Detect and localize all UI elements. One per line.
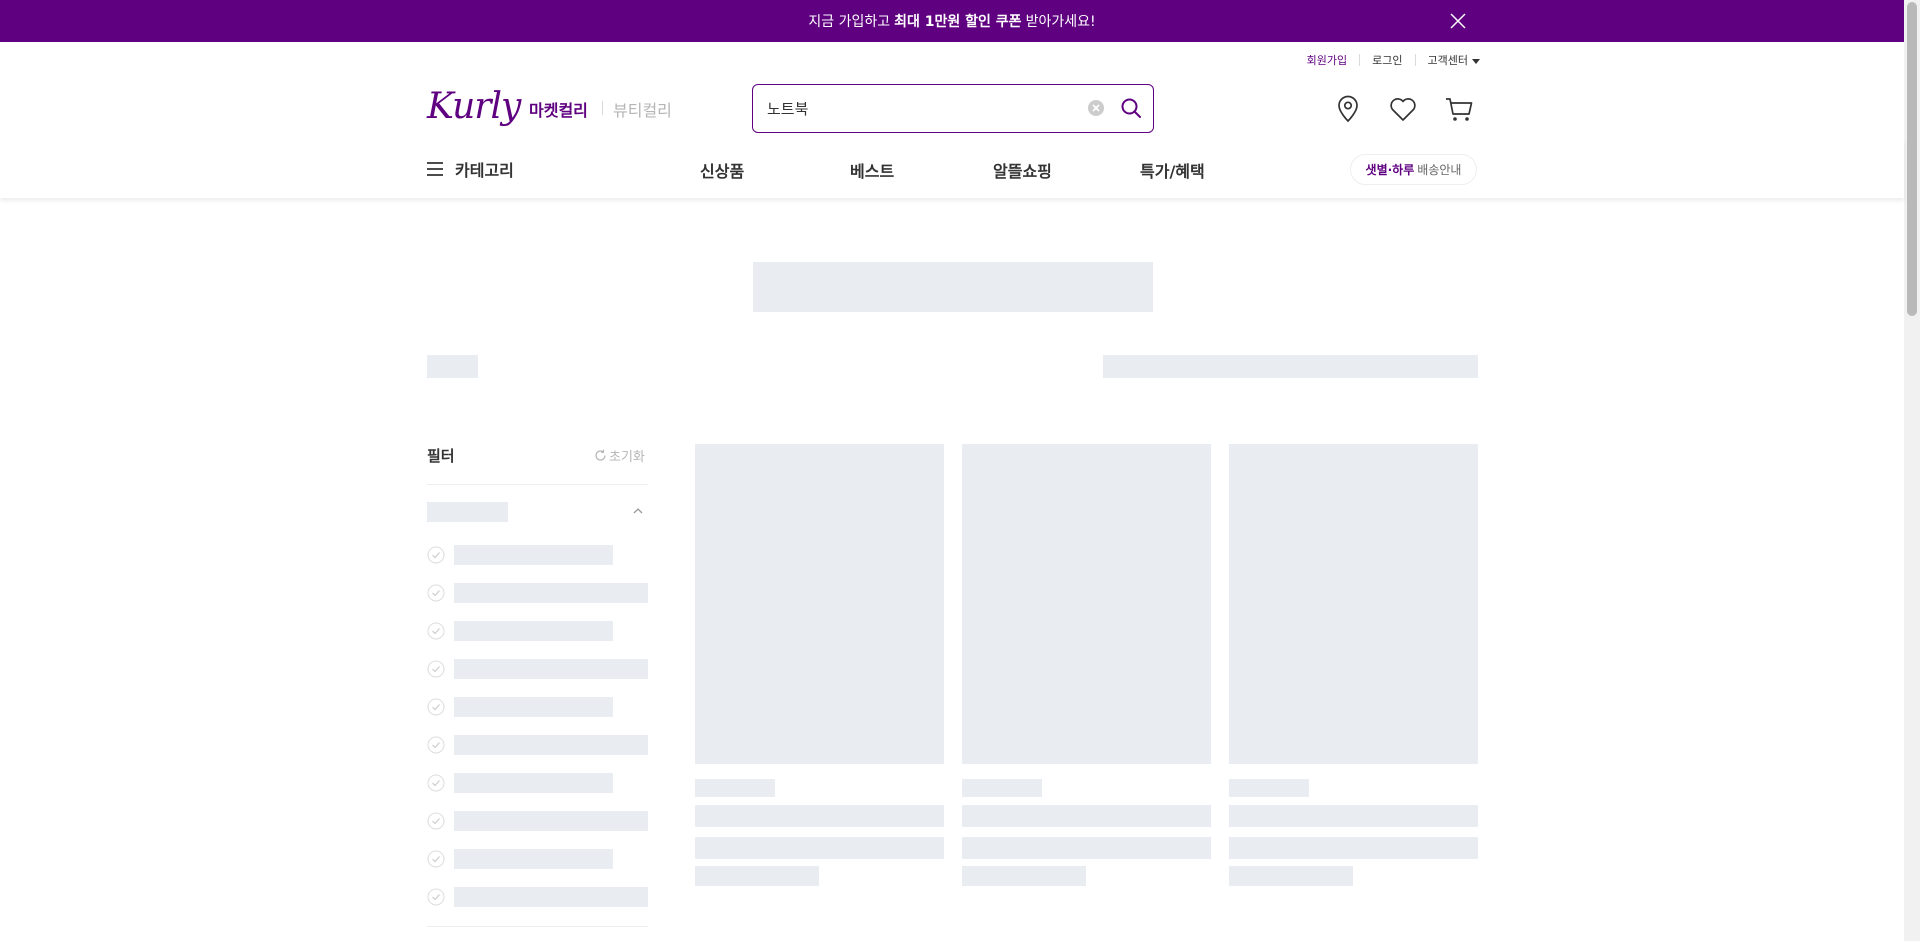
caret-down-icon — [1472, 58, 1480, 64]
product-image-skeleton — [962, 444, 1211, 764]
filter-reset-button[interactable]: 초기화 — [594, 446, 645, 465]
delivery-info-button[interactable]: 샛별·하루 배송안내 — [1350, 154, 1477, 185]
filter-title: 필터 — [427, 447, 455, 465]
product-name-skeleton — [695, 837, 944, 859]
filter-label-skeleton — [454, 811, 648, 831]
chevron-up-icon[interactable] — [632, 505, 644, 517]
filter-label-skeleton — [454, 849, 613, 869]
filter-label-skeleton — [454, 545, 613, 565]
check-circle-icon[interactable] — [427, 660, 445, 678]
kurly-logo[interactable]: Kurly — [427, 84, 521, 130]
banner-highlight: 최대 1만원 할인 쿠폰 — [894, 14, 1022, 30]
location-icon[interactable] — [1332, 93, 1364, 125]
check-circle-icon[interactable] — [427, 888, 445, 906]
refresh-icon — [595, 449, 606, 461]
customer-center-label: 고객센터 — [1427, 54, 1468, 67]
product-meta-skeleton — [1229, 779, 1309, 797]
check-circle-icon[interactable] — [427, 774, 445, 792]
banner-prefix: 지금 가입하고 — [808, 14, 891, 30]
logo-text: Kurly — [427, 86, 521, 127]
product-meta-skeleton — [695, 779, 775, 797]
check-circle-icon[interactable] — [427, 698, 445, 716]
nav-new-products[interactable]: 신상품 — [700, 158, 744, 182]
category-label: 카테고리 — [455, 161, 514, 180]
banner-suffix: 받아가세요! — [1025, 14, 1096, 30]
sort-skeleton — [1103, 355, 1478, 378]
hamburger-icon — [427, 162, 443, 176]
product-price-skeleton — [1229, 866, 1353, 886]
product-meta-skeleton — [962, 779, 1042, 797]
filter-label-skeleton — [454, 773, 613, 793]
filter-label-skeleton — [454, 583, 648, 603]
delivery-text: 배송안내 — [1417, 163, 1462, 177]
check-circle-icon[interactable] — [427, 622, 445, 640]
product-name-skeleton — [695, 805, 944, 827]
product-name-skeleton — [962, 805, 1211, 827]
filter-group-title-skeleton — [427, 502, 508, 522]
reset-label: 초기화 — [609, 450, 645, 465]
filter-label-skeleton — [454, 621, 613, 641]
filter-label-skeleton — [454, 659, 648, 679]
check-circle-icon[interactable] — [427, 812, 445, 830]
heart-icon[interactable] — [1387, 93, 1419, 125]
filter-label-skeleton — [454, 735, 648, 755]
product-price-skeleton — [962, 866, 1086, 886]
divider — [1359, 54, 1361, 66]
login-link[interactable]: 로그인 — [1372, 52, 1402, 68]
check-circle-icon[interactable] — [427, 584, 445, 602]
check-circle-icon[interactable] — [427, 736, 445, 754]
check-circle-icon[interactable] — [427, 546, 445, 564]
close-icon[interactable] — [1448, 11, 1468, 31]
search-icon[interactable] — [1120, 97, 1142, 119]
user-links: 회원가입 로그인 고객센터 — [1290, 51, 1480, 69]
product-name-skeleton — [1229, 805, 1478, 827]
search-input[interactable] — [767, 97, 1067, 119]
scrollbar-thumb[interactable] — [1907, 2, 1917, 316]
divider — [602, 101, 603, 115]
check-circle-icon[interactable] — [427, 850, 445, 868]
product-name-skeleton — [962, 837, 1211, 859]
cart-icon[interactable] — [1443, 93, 1475, 125]
count-skeleton — [427, 355, 478, 378]
signup-promo-banner[interactable]: 지금 가입하고 최대 1만원 할인 쿠폰 받아가세요! — [0, 0, 1904, 42]
product-name-skeleton — [1229, 837, 1478, 859]
product-image-skeleton — [695, 444, 944, 764]
tab-beauty-kurly[interactable]: 뷰티컬리 — [613, 97, 672, 121]
title-skeleton — [753, 262, 1153, 312]
global-nav — [0, 140, 1904, 198]
signup-link[interactable]: 회원가입 — [1307, 52, 1347, 68]
divider — [1414, 54, 1416, 66]
tab-market-kurly[interactable]: 마켓컬리 — [529, 97, 588, 121]
nav-special-offers[interactable]: 특가/혜택 — [1140, 158, 1205, 182]
delivery-highlight: 샛별·하루 — [1365, 163, 1415, 177]
filter-label-skeleton — [454, 697, 613, 717]
nav-best[interactable]: 베스트 — [850, 158, 894, 182]
product-price-skeleton — [695, 866, 819, 886]
page-scrollbar[interactable] — [1904, 0, 1920, 941]
divider — [427, 926, 648, 927]
search-box — [752, 84, 1154, 133]
category-menu-button[interactable]: 카테고리 — [427, 156, 514, 182]
nav-bargain[interactable]: 알뜰쇼핑 — [993, 158, 1052, 182]
divider — [427, 484, 648, 485]
product-image-skeleton — [1229, 444, 1478, 764]
clear-icon[interactable] — [1087, 99, 1105, 117]
customer-center-link[interactable]: 고객센터 — [1428, 52, 1480, 68]
filter-label-skeleton — [454, 887, 648, 907]
